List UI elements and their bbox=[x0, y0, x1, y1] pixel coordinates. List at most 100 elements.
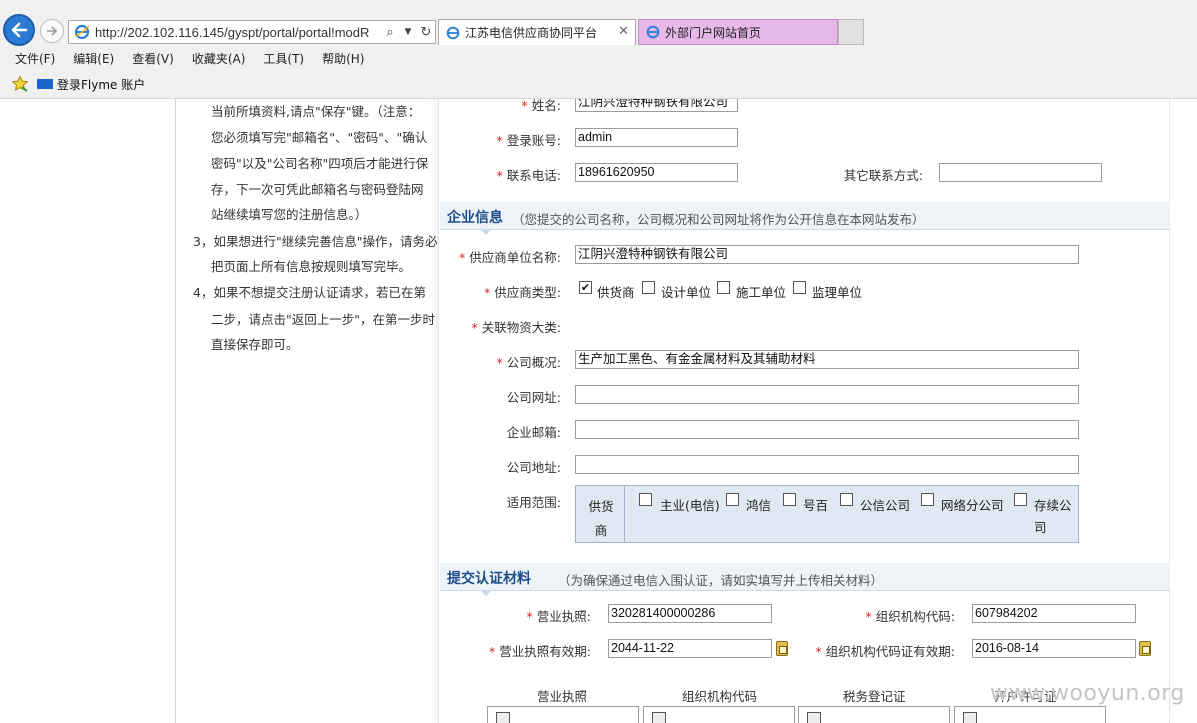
scope-divider bbox=[624, 486, 625, 542]
back-button[interactable] bbox=[3, 14, 35, 46]
scope-option-label: 存续公司 bbox=[1034, 498, 1072, 535]
address-text[interactable]: http://202.102.116.145/gyspt/portal/port… bbox=[95, 25, 381, 40]
tab-supplier-platform[interactable]: 江苏电信供应商协同平台 ✕ bbox=[438, 19, 636, 45]
ie-tab-icon bbox=[646, 25, 660, 39]
watermark: www.wooyun.org bbox=[990, 681, 1185, 706]
favorites-bar: 登录Flyme 账户 bbox=[0, 72, 1197, 96]
calendar-icon[interactable] bbox=[776, 641, 788, 656]
calendar-icon[interactable] bbox=[1139, 641, 1151, 656]
scope-option-label: 鸿信 bbox=[746, 498, 772, 513]
scope-haobai-checkbox[interactable] bbox=[783, 493, 796, 506]
license-expiry-input[interactable]: 2044-11-22 bbox=[608, 639, 772, 658]
note-line: 当前所填资料,请点"保存"键。（注意： bbox=[211, 104, 421, 119]
doc-column-header: 组织机构代码 bbox=[682, 689, 758, 704]
type-design-label: 设计单位 bbox=[661, 285, 712, 300]
address-input[interactable] bbox=[575, 455, 1079, 474]
menu-file[interactable]: 文件(F) bbox=[6, 50, 64, 67]
name-input[interactable]: 江阴兴澄特种钢铁有限公司 bbox=[575, 99, 738, 112]
email-label: 企业邮箱: bbox=[506, 425, 561, 440]
material-category-label: * 关联物资大类: bbox=[471, 320, 561, 335]
type-supplier-label: 供货商 bbox=[597, 285, 635, 300]
favorite-link-flyme[interactable]: 登录Flyme 账户 bbox=[57, 76, 145, 93]
registration-form: * 姓名: 江阴兴澄特种钢铁有限公司 * 登录账号: admin * 联系电话: 18… bbox=[438, 99, 1170, 723]
scope-hongxin-checkbox[interactable] bbox=[726, 493, 739, 506]
menu-tools[interactable]: 工具(T) bbox=[254, 50, 313, 67]
note-line: 密码"以及"公司名称"四项后才能进行保 bbox=[211, 156, 429, 171]
doc-upload-slot[interactable] bbox=[954, 706, 1106, 723]
section-title: 提交认证材料 bbox=[447, 571, 531, 587]
page-content: 当前所填资料,请点"保存"键。（注意： 您必须填写完"邮箱名"、"密码"、"确认… bbox=[0, 99, 1197, 723]
scope-continuing-checkbox[interactable] bbox=[1014, 493, 1027, 506]
close-tab-icon[interactable]: ✕ bbox=[618, 24, 629, 39]
dropdown-arrow-icon[interactable]: ▼ bbox=[399, 23, 417, 41]
phone-input[interactable]: 18961620950 bbox=[575, 163, 738, 182]
login-input[interactable]: admin bbox=[575, 128, 738, 147]
type-design-checkbox[interactable] bbox=[642, 281, 655, 294]
note-line: 站继续填写您的注册信息。） bbox=[211, 207, 368, 222]
scope-gongxin-checkbox[interactable] bbox=[840, 493, 853, 506]
address-bar[interactable]: http://202.102.116.145/gyspt/portal/port… bbox=[68, 20, 436, 44]
address-label: 公司地址: bbox=[506, 460, 561, 475]
ie-tab-icon bbox=[446, 26, 460, 39]
company-section-header: 企业信息 （您提交的公司名称，公司概况和公司网址将作为公开信息在本网站发布） bbox=[440, 202, 1170, 235]
type-construction-label: 施工单位 bbox=[736, 285, 787, 300]
name-label: * 姓名: bbox=[521, 99, 561, 113]
type-supervision-checkbox[interactable] bbox=[793, 281, 806, 294]
overview-label: * 公司概况: bbox=[496, 355, 561, 370]
other-contact-label: 其它联系方式: bbox=[843, 168, 923, 183]
type-supervision-label: 监理单位 bbox=[812, 285, 863, 300]
unit-name-input[interactable]: 江阴兴澄特种钢铁有限公司 bbox=[575, 245, 1079, 264]
scope-option-label: 网络分公司 bbox=[941, 498, 1004, 513]
menu-bar: 文件(F) 编辑(E) 查看(V) 收藏夹(A) 工具(T) 帮助(H) bbox=[0, 48, 1197, 68]
type-construction-checkbox[interactable] bbox=[717, 281, 730, 294]
org-code-input[interactable]: 607984202 bbox=[972, 604, 1136, 623]
doc-upload-slot[interactable] bbox=[798, 706, 950, 723]
menu-edit[interactable]: 编辑(E) bbox=[64, 50, 123, 67]
flyme-icon bbox=[37, 79, 53, 89]
doc-upload-slot[interactable] bbox=[487, 706, 639, 723]
doc-column-header: 营业执照 bbox=[537, 689, 588, 704]
menu-favorites[interactable]: 收藏夹(A) bbox=[183, 50, 255, 67]
overview-input[interactable]: 生产加工黑色、有金金属材料及其辅助材料 bbox=[575, 350, 1079, 369]
note-line: 3，如果想进行"继续完善信息"操作，请务必 bbox=[193, 234, 438, 249]
doc-column-header: 税务登记证 bbox=[843, 689, 906, 704]
org-expiry-input[interactable]: 2016-08-14 bbox=[972, 639, 1136, 658]
tab-external-portal[interactable]: 外部门户网站首页 bbox=[638, 19, 838, 45]
section-pointer bbox=[480, 229, 492, 235]
note-line: 把页面上所有信息按规则填写完毕。 bbox=[211, 259, 412, 274]
supplier-type-label: * 供应商类型: bbox=[484, 285, 561, 300]
scope-head: 供货商 bbox=[588, 499, 614, 538]
menu-help[interactable]: 帮助(H) bbox=[313, 50, 373, 67]
type-supplier-checkbox[interactable]: ✔ bbox=[579, 281, 592, 294]
forward-button[interactable] bbox=[40, 19, 64, 43]
refresh-icon[interactable]: ↻ bbox=[417, 23, 435, 41]
other-contact-input[interactable] bbox=[939, 163, 1102, 182]
scope-label: 适用范围: bbox=[506, 495, 561, 510]
org-expiry-label: * 组织机构代码证有效期: bbox=[815, 644, 955, 659]
doc-upload-slot[interactable] bbox=[643, 706, 795, 723]
instructions-pane: 当前所填资料,请点"保存"键。（注意： 您必须填写完"邮箱名"、"密码"、"确认… bbox=[175, 99, 438, 723]
tab-label: 外部门户网站首页 bbox=[665, 25, 762, 40]
scope-network-checkbox[interactable] bbox=[921, 493, 934, 506]
email-input[interactable] bbox=[575, 420, 1079, 439]
scope-table: 供货商 主业(电信) 鸿信 号百 公信公司 网络分公司 存续公司 bbox=[575, 485, 1079, 543]
section-subtitle: （您提交的公司名称，公司概况和公司网址将作为公开信息在本网站发布） bbox=[512, 212, 925, 227]
certification-section-header: 提交认证材料 （为确保通过电信入围认证，请如实填写并上传相关材料） bbox=[440, 563, 1170, 596]
scope-option-label: 公信公司 bbox=[860, 498, 911, 513]
browser-chrome: http://202.102.116.145/gyspt/portal/port… bbox=[0, 0, 1197, 99]
new-tab-button[interactable] bbox=[838, 19, 864, 45]
favorites-star-icon[interactable] bbox=[11, 75, 29, 93]
menu-view[interactable]: 查看(V) bbox=[123, 50, 183, 67]
search-icon[interactable]: ⌕ bbox=[381, 23, 399, 41]
license-input[interactable]: 320281400000286 bbox=[608, 604, 772, 623]
scope-main-checkbox[interactable] bbox=[639, 493, 652, 506]
unit-name-label: * 供应商单位名称: bbox=[459, 250, 561, 265]
website-input[interactable] bbox=[575, 385, 1079, 404]
forward-arrow-icon bbox=[47, 26, 58, 36]
section-pointer bbox=[480, 590, 492, 596]
note-line: 直接保存即可。 bbox=[211, 337, 299, 352]
scope-option-label: 号百 bbox=[803, 498, 829, 513]
license-label: * 营业执照: bbox=[526, 609, 591, 624]
scope-option-label: 主业(电信) bbox=[660, 498, 720, 513]
tab-label: 江苏电信供应商协同平台 bbox=[465, 26, 598, 40]
